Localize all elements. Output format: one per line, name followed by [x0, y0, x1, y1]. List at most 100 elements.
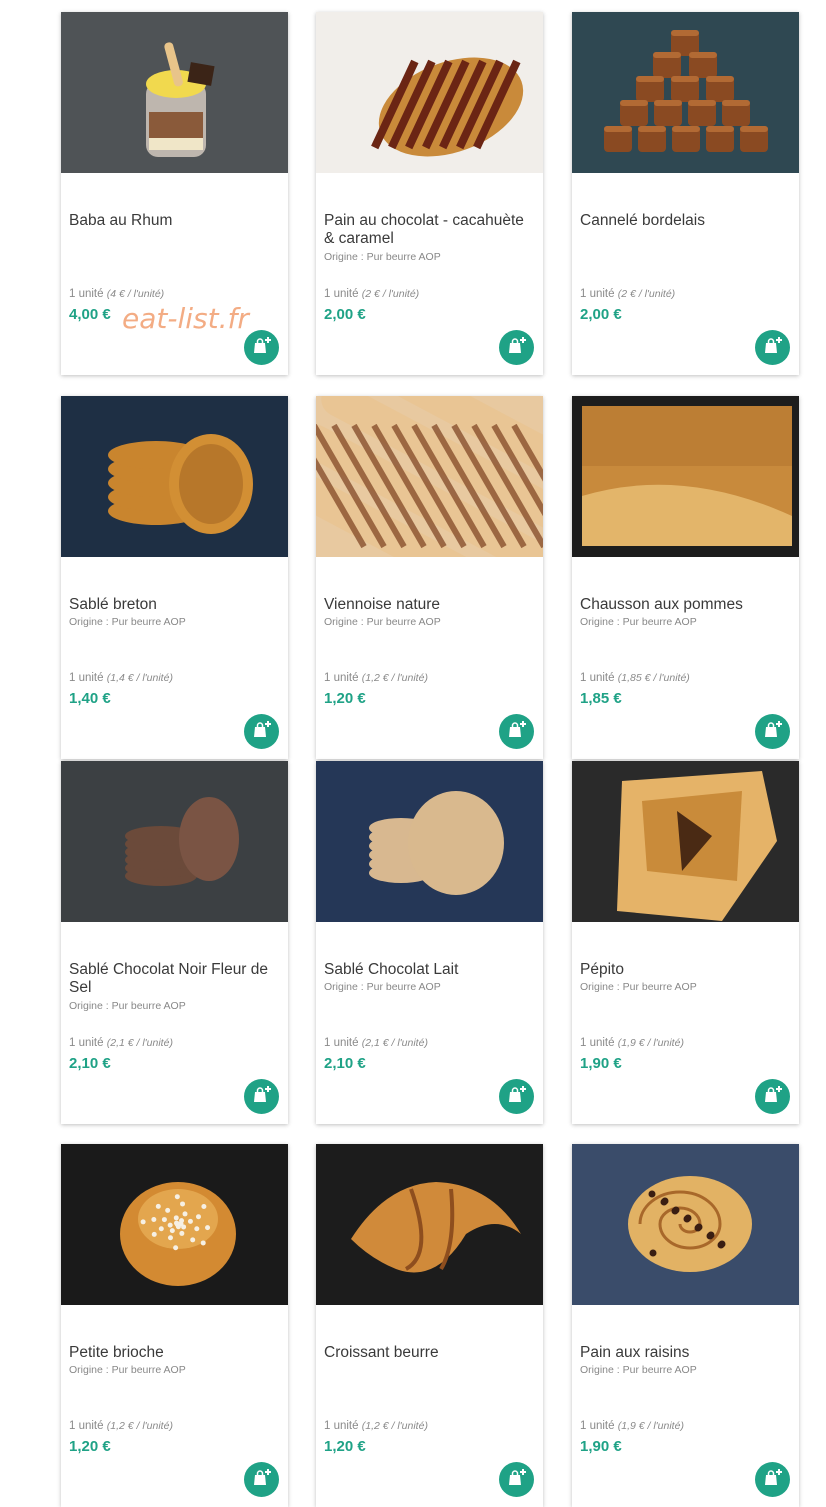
product-name[interactable]: Sablé Chocolat Lait	[324, 961, 536, 979]
product-photo[interactable]	[61, 761, 288, 922]
add-to-cart-button[interactable]	[499, 330, 534, 365]
product-name[interactable]: Pain aux raisins	[580, 1344, 792, 1362]
unit-price: (1,2 € / l'unité)	[106, 1420, 173, 1432]
bag-plus-icon	[251, 1083, 273, 1110]
product-price: 2,10 €	[69, 1055, 111, 1072]
product-price: 1,20 €	[324, 690, 366, 707]
bag-plus-icon	[251, 334, 273, 361]
unit-info: 1 unité (1,85 € / l'unité)	[580, 672, 690, 684]
add-to-cart-button[interactable]	[755, 714, 790, 749]
product-card[interactable]: Sablé Chocolat Noir Fleur de Sel Origine…	[61, 761, 288, 1124]
product-price: 2,10 €	[324, 1055, 366, 1072]
unit-info: 1 unité (1,2 € / l'unité)	[69, 1420, 173, 1432]
product-grid: Baba au Rhum 1 unité (4 € / l'unité) 4,0…	[0, 0, 826, 1507]
unit-info: 1 unité (2 € / l'unité)	[324, 288, 419, 300]
product-card[interactable]: Chausson aux pommes Origine : Pur beurre…	[572, 396, 799, 759]
product-price: 1,85 €	[580, 690, 622, 707]
watermark-text: eat-list.fr	[122, 302, 249, 335]
unit-label: 1 unité	[580, 288, 615, 300]
add-to-cart-button[interactable]	[499, 1462, 534, 1497]
unit-price: (1,9 € / l'unité)	[617, 1037, 684, 1049]
product-name[interactable]: Sablé Chocolat Noir Fleur de Sel	[69, 961, 281, 997]
product-card[interactable]: Cannelé bordelais 1 unité (2 € / l'unité…	[572, 12, 799, 375]
unit-price: (1,2 € / l'unité)	[361, 672, 428, 684]
product-photo[interactable]	[572, 12, 799, 173]
unit-label: 1 unité	[324, 672, 359, 684]
unit-info: 1 unité (1,4 € / l'unité)	[69, 672, 173, 684]
add-to-cart-button[interactable]	[755, 330, 790, 365]
bag-plus-icon	[762, 1083, 784, 1110]
unit-info: 1 unité (1,2 € / l'unité)	[324, 1420, 428, 1432]
add-to-cart-button[interactable]	[755, 1462, 790, 1497]
unit-info: 1 unité (2,1 € / l'unité)	[69, 1037, 173, 1049]
product-origin: Origine : Pur beurre AOP	[324, 251, 441, 263]
product-card[interactable]: Sablé Chocolat Lait Origine : Pur beurre…	[316, 761, 543, 1124]
product-photo[interactable]	[316, 12, 543, 173]
add-to-cart-button[interactable]	[499, 714, 534, 749]
unit-label: 1 unité	[580, 1420, 615, 1432]
bag-plus-icon	[251, 718, 273, 745]
product-price: 4,00 €	[69, 306, 111, 323]
unit-price: (2,1 € / l'unité)	[361, 1037, 428, 1049]
product-origin: Origine : Pur beurre AOP	[324, 616, 441, 628]
product-photo[interactable]	[572, 761, 799, 922]
product-card[interactable]: Viennoise nature Origine : Pur beurre AO…	[316, 396, 543, 759]
product-name[interactable]: Pain au chocolat - cacahuète & caramel	[324, 212, 536, 248]
product-photo[interactable]	[316, 761, 543, 922]
product-name[interactable]: Sablé breton	[69, 596, 281, 614]
add-to-cart-button[interactable]	[499, 1079, 534, 1114]
product-card[interactable]: Petite brioche Origine : Pur beurre AOP …	[61, 1144, 288, 1507]
bag-plus-icon	[251, 1466, 273, 1493]
product-photo[interactable]	[61, 396, 288, 557]
product-price: 2,00 €	[580, 306, 622, 323]
bag-plus-icon	[506, 334, 528, 361]
product-card[interactable]: Pain aux raisins Origine : Pur beurre AO…	[572, 1144, 799, 1507]
unit-label: 1 unité	[69, 1420, 104, 1432]
unit-price: (1,85 € / l'unité)	[617, 672, 690, 684]
product-photo[interactable]	[61, 12, 288, 173]
product-photo[interactable]	[316, 396, 543, 557]
product-price: 1,40 €	[69, 690, 111, 707]
product-origin: Origine : Pur beurre AOP	[580, 1364, 697, 1376]
product-photo[interactable]	[316, 1144, 543, 1305]
bag-plus-icon	[506, 1083, 528, 1110]
unit-price: (1,2 € / l'unité)	[361, 1420, 428, 1432]
product-photo[interactable]	[61, 1144, 288, 1305]
product-name[interactable]: Baba au Rhum	[69, 212, 281, 230]
product-name[interactable]: Petite brioche	[69, 1344, 281, 1362]
product-card[interactable]: Pépito Origine : Pur beurre AOP 1 unité …	[572, 761, 799, 1124]
add-to-cart-button[interactable]	[755, 1079, 790, 1114]
product-name[interactable]: Pépito	[580, 961, 792, 979]
bag-plus-icon	[762, 334, 784, 361]
product-name[interactable]: Viennoise nature	[324, 596, 536, 614]
product-card[interactable]: Pain au chocolat - cacahuète & caramel O…	[316, 12, 543, 375]
product-price: 1,90 €	[580, 1438, 622, 1455]
add-to-cart-button[interactable]	[244, 1079, 279, 1114]
add-to-cart-button[interactable]	[244, 1462, 279, 1497]
product-name[interactable]: Chausson aux pommes	[580, 596, 792, 614]
unit-price: (2,1 € / l'unité)	[106, 1037, 173, 1049]
product-origin: Origine : Pur beurre AOP	[580, 981, 697, 993]
product-photo[interactable]	[572, 396, 799, 557]
product-origin: Origine : Pur beurre AOP	[324, 981, 441, 993]
unit-price: (1,9 € / l'unité)	[617, 1420, 684, 1432]
product-price: 1,90 €	[580, 1055, 622, 1072]
bag-plus-icon	[762, 1466, 784, 1493]
add-to-cart-button[interactable]	[244, 330, 279, 365]
bag-plus-icon	[506, 718, 528, 745]
product-card[interactable]: Croissant beurre 1 unité (1,2 € / l'unit…	[316, 1144, 543, 1507]
bag-plus-icon	[506, 1466, 528, 1493]
add-to-cart-button[interactable]	[244, 714, 279, 749]
product-origin: Origine : Pur beurre AOP	[580, 616, 697, 628]
unit-label: 1 unité	[580, 672, 615, 684]
product-name[interactable]: Cannelé bordelais	[580, 212, 792, 230]
unit-info: 1 unité (2 € / l'unité)	[580, 288, 675, 300]
unit-info: 1 unité (1,9 € / l'unité)	[580, 1420, 684, 1432]
product-name[interactable]: Croissant beurre	[324, 1344, 536, 1362]
product-card[interactable]: Sablé breton Origine : Pur beurre AOP 1 …	[61, 396, 288, 759]
unit-label: 1 unité	[69, 672, 104, 684]
product-photo[interactable]	[572, 1144, 799, 1305]
unit-price: (2 € / l'unité)	[617, 288, 676, 300]
unit-info: 1 unité (1,2 € / l'unité)	[324, 672, 428, 684]
product-origin: Origine : Pur beurre AOP	[69, 616, 186, 628]
